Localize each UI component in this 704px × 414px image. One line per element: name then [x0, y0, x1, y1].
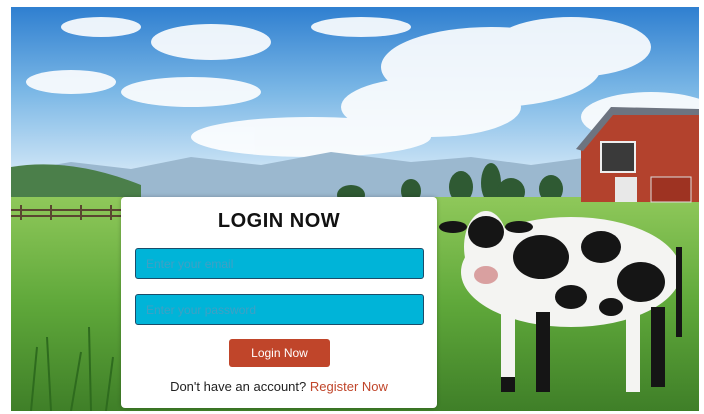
register-prompt-text: Don't have an account?	[170, 379, 307, 394]
login-button[interactable]: Login Now	[229, 339, 330, 367]
login-card: LOGIN NOW Login Now Don't have an accoun…	[121, 197, 437, 408]
login-title: LOGIN NOW	[217, 210, 341, 232]
register-link[interactable]: Register Now	[310, 379, 388, 394]
password-input[interactable]	[135, 294, 424, 325]
register-prompt-line: Don't have an account? Register Now	[121, 379, 437, 394]
email-input[interactable]	[135, 248, 424, 279]
